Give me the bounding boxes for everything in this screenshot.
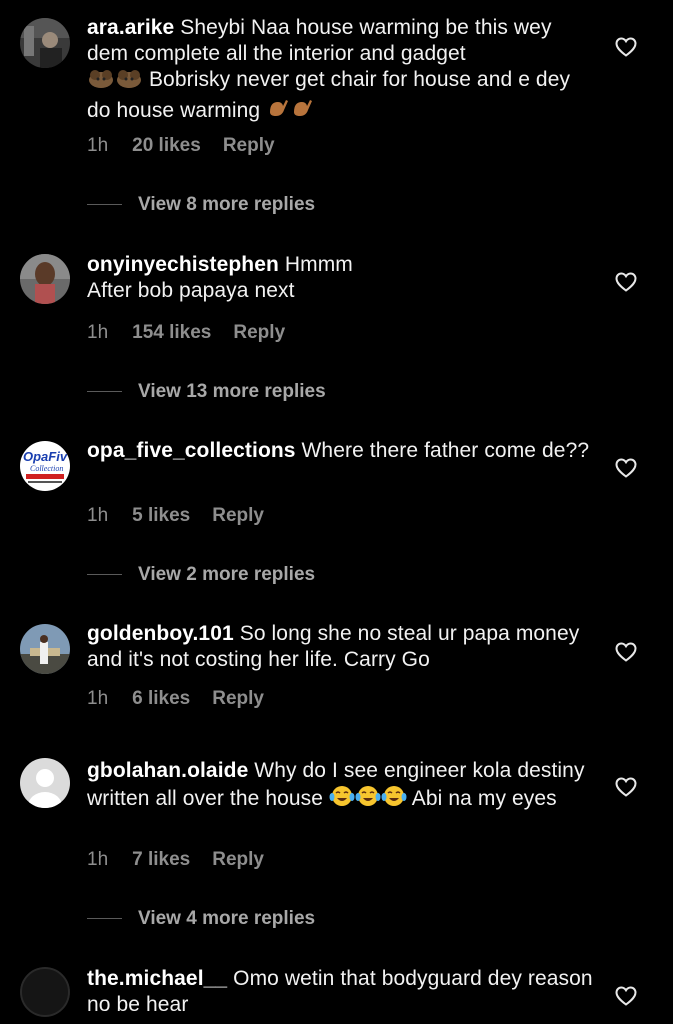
reply-button[interactable]: Reply <box>212 849 264 871</box>
pinching-hand-emoji <box>290 96 314 127</box>
view-replies-label: View 8 more replies <box>138 194 316 215</box>
comment-username[interactable]: opa_five_collections <box>87 439 296 462</box>
comment-body: Hmmm <box>284 253 353 276</box>
tears-of-joy-emoji <box>329 784 355 815</box>
view-replies-button[interactable]: View 4 more replies <box>87 908 315 930</box>
view-replies-button[interactable]: View 8 more replies <box>87 194 315 216</box>
avatar-logo-text: OpaFiv <box>23 449 68 464</box>
comment-body-cont: After bob papaya next <box>87 279 295 302</box>
view-replies-button[interactable]: View 2 more replies <box>87 564 315 586</box>
view-replies-label: View 2 more replies <box>138 564 316 585</box>
comment-likes[interactable]: 154 likes <box>132 322 211 344</box>
comment-text: onyinyechistephen Hmmm After bob papaya … <box>87 252 597 304</box>
comment-time: 1h <box>87 505 109 526</box>
comment-likes[interactable]: 20 likes <box>132 135 201 157</box>
avatar[interactable] <box>20 758 70 808</box>
view-replies-label: View 4 more replies <box>138 908 316 929</box>
heart-icon[interactable] <box>614 775 638 799</box>
comment-time: 1h <box>87 849 109 870</box>
heart-icon[interactable] <box>614 984 638 1008</box>
pinching-hand-emoji <box>266 96 290 127</box>
heart-icon[interactable] <box>614 456 638 480</box>
comment-username[interactable]: onyinyechistephen <box>87 253 279 276</box>
divider <box>87 574 122 576</box>
reply-button[interactable]: Reply <box>223 135 275 157</box>
avatar[interactable]: OpaFiv Collection <box>20 441 70 491</box>
reply-button[interactable]: Reply <box>212 505 264 527</box>
comment-text: gbolahan.olaide Why do I see engineer ko… <box>87 758 597 815</box>
comment-likes[interactable]: 5 likes <box>132 505 190 527</box>
comment-body: Where there father come de?? <box>301 439 590 462</box>
reply-button[interactable]: Reply <box>212 688 264 710</box>
comment-text: opa_five_collections Where there father … <box>87 438 597 464</box>
comment-body-cont: Abi na my eyes <box>411 787 557 810</box>
comment-time: 1h <box>87 688 109 709</box>
reply-button[interactable]: Reply <box>233 322 285 344</box>
lion-emoji <box>115 67 143 96</box>
comment-username[interactable]: ara.arike <box>87 16 174 39</box>
comment-username[interactable]: goldenboy.101 <box>87 622 234 645</box>
comment-text: ara.arike Sheybi Naa house warming be th… <box>87 15 597 127</box>
comment-meta: 1h 20 likes Reply <box>87 135 297 157</box>
view-replies-label: View 13 more replies <box>138 381 326 402</box>
heart-icon[interactable] <box>614 270 638 294</box>
avatar[interactable] <box>20 624 70 674</box>
lion-emoji <box>87 67 115 96</box>
avatar[interactable] <box>20 18 70 68</box>
comment-time: 1h <box>87 135 109 156</box>
view-replies-button[interactable]: View 13 more replies <box>87 381 326 403</box>
avatar[interactable] <box>20 254 70 304</box>
comment-body-cont: Bobrisky never get chair for house and e… <box>87 68 571 122</box>
comment-text: goldenboy.101 So long she no steal ur pa… <box>87 621 597 673</box>
comment-meta: 1h 5 likes Reply <box>87 505 286 527</box>
avatar[interactable] <box>20 967 70 1017</box>
comment-text: the.michael__ Omo wetin that bodyguard d… <box>87 966 597 1018</box>
comment-meta: 1h 6 likes Reply <box>87 688 286 710</box>
avatar-logo-subtext: Collection <box>30 464 63 473</box>
divider <box>87 391 122 393</box>
comment-likes[interactable]: 7 likes <box>132 849 190 871</box>
comment-username[interactable]: gbolahan.olaide <box>87 759 248 782</box>
comment-meta: 1h 154 likes Reply <box>87 322 307 344</box>
heart-icon[interactable] <box>614 35 638 59</box>
heart-icon[interactable] <box>614 640 638 664</box>
comment-meta: 1h 7 likes Reply <box>87 849 286 871</box>
comment-time: 1h <box>87 322 109 343</box>
comment-username[interactable]: the.michael__ <box>87 967 227 990</box>
tears-of-joy-emoji <box>381 784 407 815</box>
divider <box>87 204 122 206</box>
divider <box>87 918 122 920</box>
comment-likes[interactable]: 6 likes <box>132 688 190 710</box>
tears-of-joy-emoji <box>355 784 381 815</box>
